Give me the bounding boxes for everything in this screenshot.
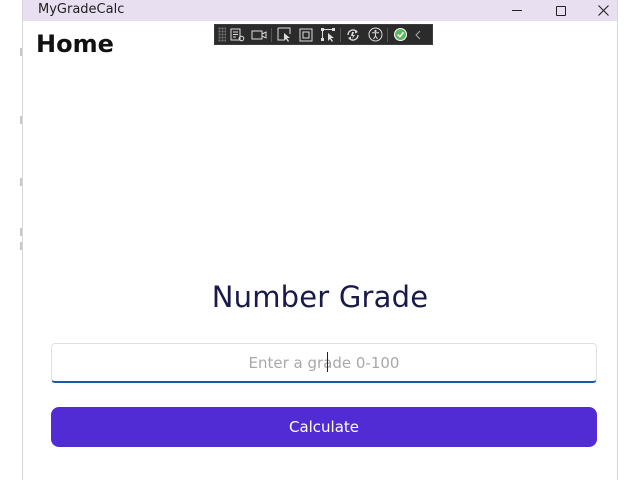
title-bar[interactable]: MyGradeCalc <box>23 0 617 21</box>
close-icon <box>597 5 609 16</box>
no-issues-check-icon[interactable] <box>389 25 411 44</box>
minimize-icon <box>512 10 522 11</box>
text-caret <box>327 352 328 372</box>
toolbar-separator <box>387 27 388 42</box>
video-record-icon[interactable] <box>248 25 270 44</box>
live-visual-tree-icon[interactable] <box>226 25 248 44</box>
track-focus-icon[interactable] <box>317 25 339 44</box>
xaml-debug-toolbar <box>214 24 433 45</box>
window-title: MyGradeCalc <box>38 2 125 17</box>
minimize-button[interactable] <box>495 0 539 21</box>
accessibility-checker-icon[interactable] <box>364 25 386 44</box>
toolbar-grip-icon[interactable] <box>218 27 226 42</box>
collapse-chevron-icon[interactable] <box>411 25 425 44</box>
grade-input[interactable] <box>51 343 597 383</box>
display-layout-adorners-icon[interactable] <box>295 25 317 44</box>
maximize-button[interactable] <box>539 0 583 21</box>
toolbar-separator <box>271 27 272 42</box>
app-window: MyGradeCalc Home Number Grade Enter a gr… <box>22 0 618 480</box>
screen: MyGradeCalc Home Number Grade Enter a gr… <box>0 0 640 480</box>
number-grade-heading: Number Grade <box>211 280 429 314</box>
select-element-icon[interactable] <box>273 25 295 44</box>
calculate-button[interactable]: Calculate <box>51 407 597 447</box>
maximize-icon <box>556 5 566 16</box>
toolbar-separator <box>340 27 341 42</box>
desktop-left-edge <box>0 0 22 480</box>
desktop-right-edge <box>618 0 640 480</box>
page-title: Home <box>36 30 114 58</box>
hot-reload-icon[interactable] <box>342 25 364 44</box>
